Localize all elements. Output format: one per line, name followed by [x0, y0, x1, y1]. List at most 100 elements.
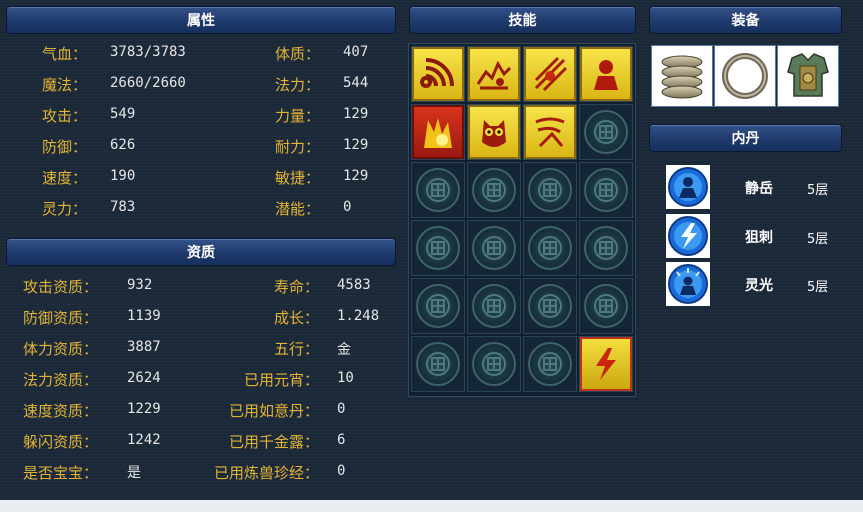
aptitude-label: 已用如意丹：: [228, 402, 319, 420]
empty-slot-emblem-icon: [584, 226, 628, 270]
aptitude-value: 2624: [127, 370, 161, 386]
stat-label: 法力：: [275, 76, 321, 94]
triple-slash-skill-icon[interactable]: [524, 47, 576, 101]
stat-value: 549: [110, 106, 136, 122]
ring-icon: [722, 53, 768, 99]
stat-label: 防御：: [42, 138, 88, 156]
inner-pill-level: 5层: [807, 232, 829, 247]
skill-slot-empty[interactable]: [411, 220, 465, 276]
skill-slot-empty[interactable]: [579, 220, 633, 276]
empty-slot-emblem-icon: [584, 284, 628, 328]
equipment-header: 装备: [649, 6, 842, 34]
aptitude-label: 防御资质：: [23, 309, 99, 327]
aptitude-label: 躲闪资质：: [23, 433, 99, 451]
skill-slot-empty[interactable]: [579, 278, 633, 334]
aptitude-label: 已用炼兽珍经：: [213, 464, 319, 482]
spirit-light-icon: [668, 264, 708, 304]
stat-label: 攻击：: [42, 107, 88, 125]
empty-slot-emblem-icon: [472, 168, 516, 212]
aptitude-label: 已用元宵：: [243, 371, 319, 389]
inner-pill-header: 内丹: [649, 124, 842, 152]
skill-slot-empty[interactable]: [467, 220, 521, 276]
skill-slot[interactable]: [523, 104, 577, 160]
bottom-strip: [0, 500, 863, 512]
attributes-header: 属性: [6, 6, 396, 34]
aptitude-label: 已用千金露：: [228, 433, 319, 451]
aptitude-value: 1229: [127, 401, 161, 417]
owl-skill-icon[interactable]: [468, 105, 520, 159]
skill-slot-empty[interactable]: [467, 278, 521, 334]
cracked-ground-skill-icon[interactable]: [468, 47, 520, 101]
skill-slot-empty[interactable]: [523, 278, 577, 334]
skill-slot-empty[interactable]: [523, 220, 577, 276]
aptitude-label: 体力资质：: [23, 340, 99, 358]
equipment-slot[interactable]: [714, 45, 776, 107]
skill-grid: [408, 43, 636, 397]
stat-value: 2660/2660: [110, 75, 186, 91]
inner-pill-name: 静岳: [745, 181, 773, 197]
stat-label: 耐力：: [275, 138, 321, 156]
inner-pill-level: 5层: [807, 280, 829, 295]
empty-slot-emblem-icon: [416, 226, 460, 270]
aptitude-value: 金: [337, 342, 351, 358]
aptitude-label: 速度资质：: [23, 402, 99, 420]
stat-value: 3783/3783: [110, 44, 186, 60]
aptitude-value: 932: [127, 277, 153, 293]
aptitude-value: 6: [337, 432, 346, 448]
aptitude-header: 资质: [6, 238, 396, 266]
signal-skill-icon[interactable]: [412, 47, 464, 101]
stat-label: 魔法：: [42, 76, 88, 94]
stat-value: 0: [343, 199, 352, 215]
skill-slot[interactable]: [523, 46, 577, 102]
lightning-bolt-skill-icon[interactable]: [580, 337, 632, 391]
stat-label: 体质：: [275, 45, 321, 63]
skill-slot-empty[interactable]: [411, 278, 465, 334]
skill-slot-empty[interactable]: [411, 162, 465, 218]
empty-slot-emblem-icon: [528, 342, 572, 386]
skill-slot[interactable]: [579, 46, 633, 102]
inner-pill-slot[interactable]: [666, 165, 710, 209]
skill-slot-empty[interactable]: [523, 162, 577, 218]
stat-label: 气血：: [42, 45, 88, 63]
skill-slot-empty[interactable]: [467, 162, 521, 218]
hooded-figure-skill-icon[interactable]: [580, 47, 632, 101]
wind-claw-skill-icon[interactable]: [524, 105, 576, 159]
equipment-slot[interactable]: [651, 45, 713, 107]
aptitude-label: 成长：: [273, 309, 319, 327]
skill-slot[interactable]: [411, 104, 465, 160]
flame-burst-skill-icon[interactable]: [412, 105, 464, 159]
stat-label: 灵力：: [42, 200, 88, 218]
static-mountain-icon: [668, 167, 708, 207]
skill-slot-empty[interactable]: [467, 336, 521, 392]
skill-slot[interactable]: [467, 104, 521, 160]
aptitude-label: 法力资质：: [23, 371, 99, 389]
skill-slot[interactable]: [579, 336, 633, 392]
armor-icon: [787, 53, 829, 97]
skill-slot-empty[interactable]: [579, 162, 633, 218]
empty-slot-emblem-icon: [416, 342, 460, 386]
stat-value: 407: [343, 44, 369, 60]
empty-slot-emblem-icon: [584, 168, 628, 212]
stat-label: 敏捷：: [275, 169, 321, 187]
inner-pill-slot[interactable]: [666, 262, 710, 306]
empty-slot-emblem-icon: [528, 168, 572, 212]
stat-value: 129: [343, 106, 369, 122]
inner-pill-slot[interactable]: [666, 214, 710, 258]
skill-slot[interactable]: [411, 46, 465, 102]
aptitude-label: 寿命：: [273, 278, 319, 296]
lightning-thorn-icon: [668, 216, 708, 256]
skills-header: 技能: [409, 6, 636, 34]
aptitude-value: 10: [337, 370, 354, 386]
empty-slot-emblem-icon: [528, 284, 572, 328]
aptitude-label: 攻击资质：: [23, 278, 99, 296]
inner-pill-name: 狙刺: [745, 230, 773, 246]
aptitude-value: 是: [127, 465, 141, 481]
skill-slot-empty[interactable]: [579, 104, 633, 160]
aptitude-value: 4583: [337, 277, 371, 293]
skill-slot-empty[interactable]: [523, 336, 577, 392]
stat-label: 潜能：: [275, 200, 321, 218]
equipment-slot[interactable]: [777, 45, 839, 107]
skill-slot[interactable]: [467, 46, 521, 102]
inner-pill-name: 灵光: [745, 278, 773, 294]
skill-slot-empty[interactable]: [411, 336, 465, 392]
